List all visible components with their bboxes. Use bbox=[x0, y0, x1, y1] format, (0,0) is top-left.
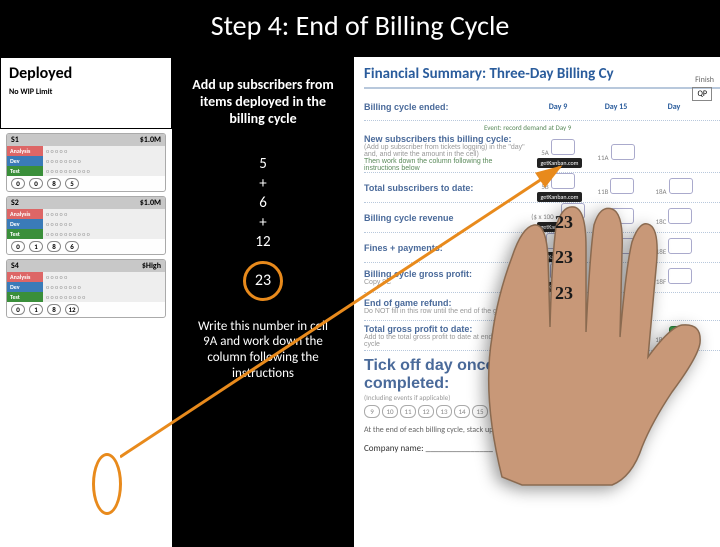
foot-bubble: 5 bbox=[65, 178, 79, 189]
row-label: Analysis bbox=[7, 209, 43, 219]
ticket-id: S1 bbox=[11, 135, 19, 145]
ticket-id: S2 bbox=[11, 198, 19, 208]
foot-bubble: 0 bbox=[29, 178, 43, 189]
cell-input[interactable] bbox=[610, 178, 634, 194]
row-label: Analysis bbox=[7, 146, 43, 156]
row-label: Dev bbox=[7, 282, 43, 292]
qp-box: QP bbox=[692, 87, 712, 101]
cell-input[interactable] bbox=[611, 144, 635, 160]
day-header: Day 15 bbox=[587, 102, 645, 112]
hand-icon bbox=[452, 197, 712, 487]
cell-code: 11A bbox=[597, 153, 608, 162]
cell-input[interactable] bbox=[669, 178, 693, 194]
foot-bubble: 0 bbox=[11, 304, 25, 315]
day-header: Day bbox=[645, 102, 703, 112]
finish-label: Finish bbox=[695, 75, 714, 85]
handwritten-value: 23 bbox=[555, 283, 573, 304]
foot-bubble: 8 bbox=[47, 178, 61, 189]
day-header: Day 9 bbox=[529, 102, 587, 112]
highlight-oval-icon bbox=[92, 453, 122, 515]
ticket-id: S4 bbox=[11, 261, 19, 271]
handwritten-value: 23 bbox=[555, 212, 573, 233]
foot-bubble: 1 bbox=[29, 241, 43, 252]
wip-limit: No WIP Limit bbox=[9, 87, 163, 97]
deployed-title: Deployed bbox=[9, 64, 163, 83]
row-label: Test bbox=[7, 229, 43, 239]
foot-bubble: 12 bbox=[65, 304, 79, 315]
content-area: ed ficted items are not kept arrtarily a… bbox=[0, 57, 720, 547]
row-label: Dev bbox=[7, 219, 43, 229]
page-title: Step 4: End of Billing Cycle bbox=[0, 0, 720, 57]
handwritten-value: 23 bbox=[555, 247, 573, 268]
foot-bubble: 1 bbox=[29, 304, 43, 315]
row-label: Dev bbox=[7, 156, 43, 166]
foot-bubble: 0 bbox=[11, 241, 25, 252]
foot-bubble: 8 bbox=[47, 304, 61, 315]
row-label: Analysis bbox=[7, 272, 43, 282]
cell-code: 18A bbox=[655, 187, 666, 196]
cell-code: 11B bbox=[598, 187, 609, 196]
row-label: Test bbox=[7, 166, 43, 176]
row-label: Test bbox=[7, 292, 43, 302]
foot-bubble: 8 bbox=[47, 241, 61, 252]
row-label: Billing cycle ended: bbox=[364, 102, 529, 112]
foot-bubble: 0 bbox=[11, 178, 25, 189]
foot-bubble: 6 bbox=[65, 241, 79, 252]
financial-title: Financial Summary: Three-Day Billing Cy bbox=[364, 65, 720, 89]
